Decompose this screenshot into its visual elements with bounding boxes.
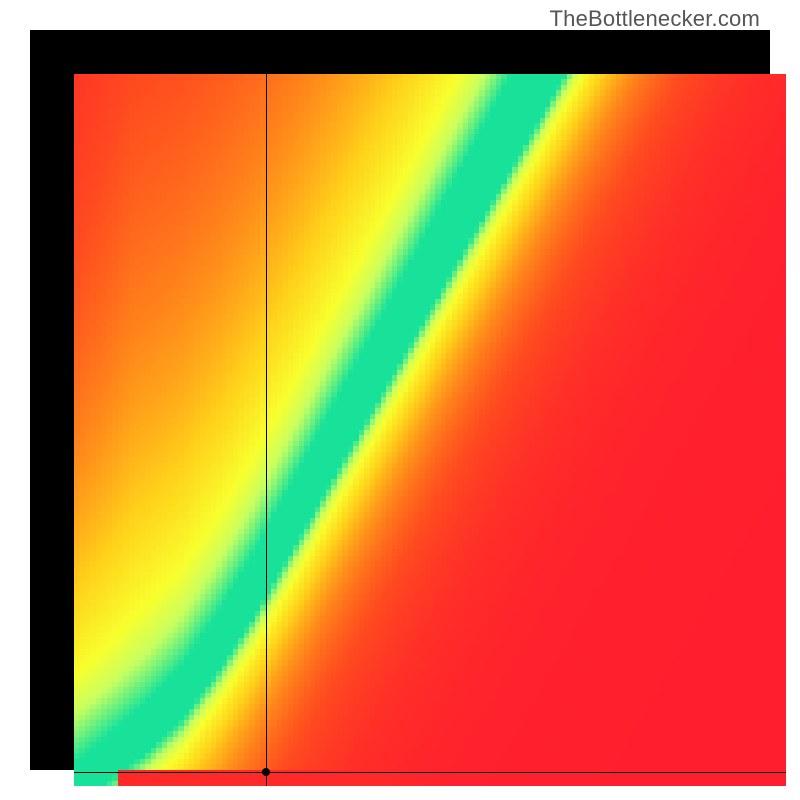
chart-outer-frame <box>30 30 770 770</box>
heatmap-plot-area <box>74 74 786 786</box>
crosshair-vertical <box>266 74 267 786</box>
chart-container: TheBottlenecker.com <box>0 0 800 800</box>
heatmap-canvas <box>74 74 786 786</box>
watermark-text: TheBottlenecker.com <box>550 6 760 32</box>
crosshair-horizontal <box>74 772 786 773</box>
marker-dot <box>262 768 270 776</box>
